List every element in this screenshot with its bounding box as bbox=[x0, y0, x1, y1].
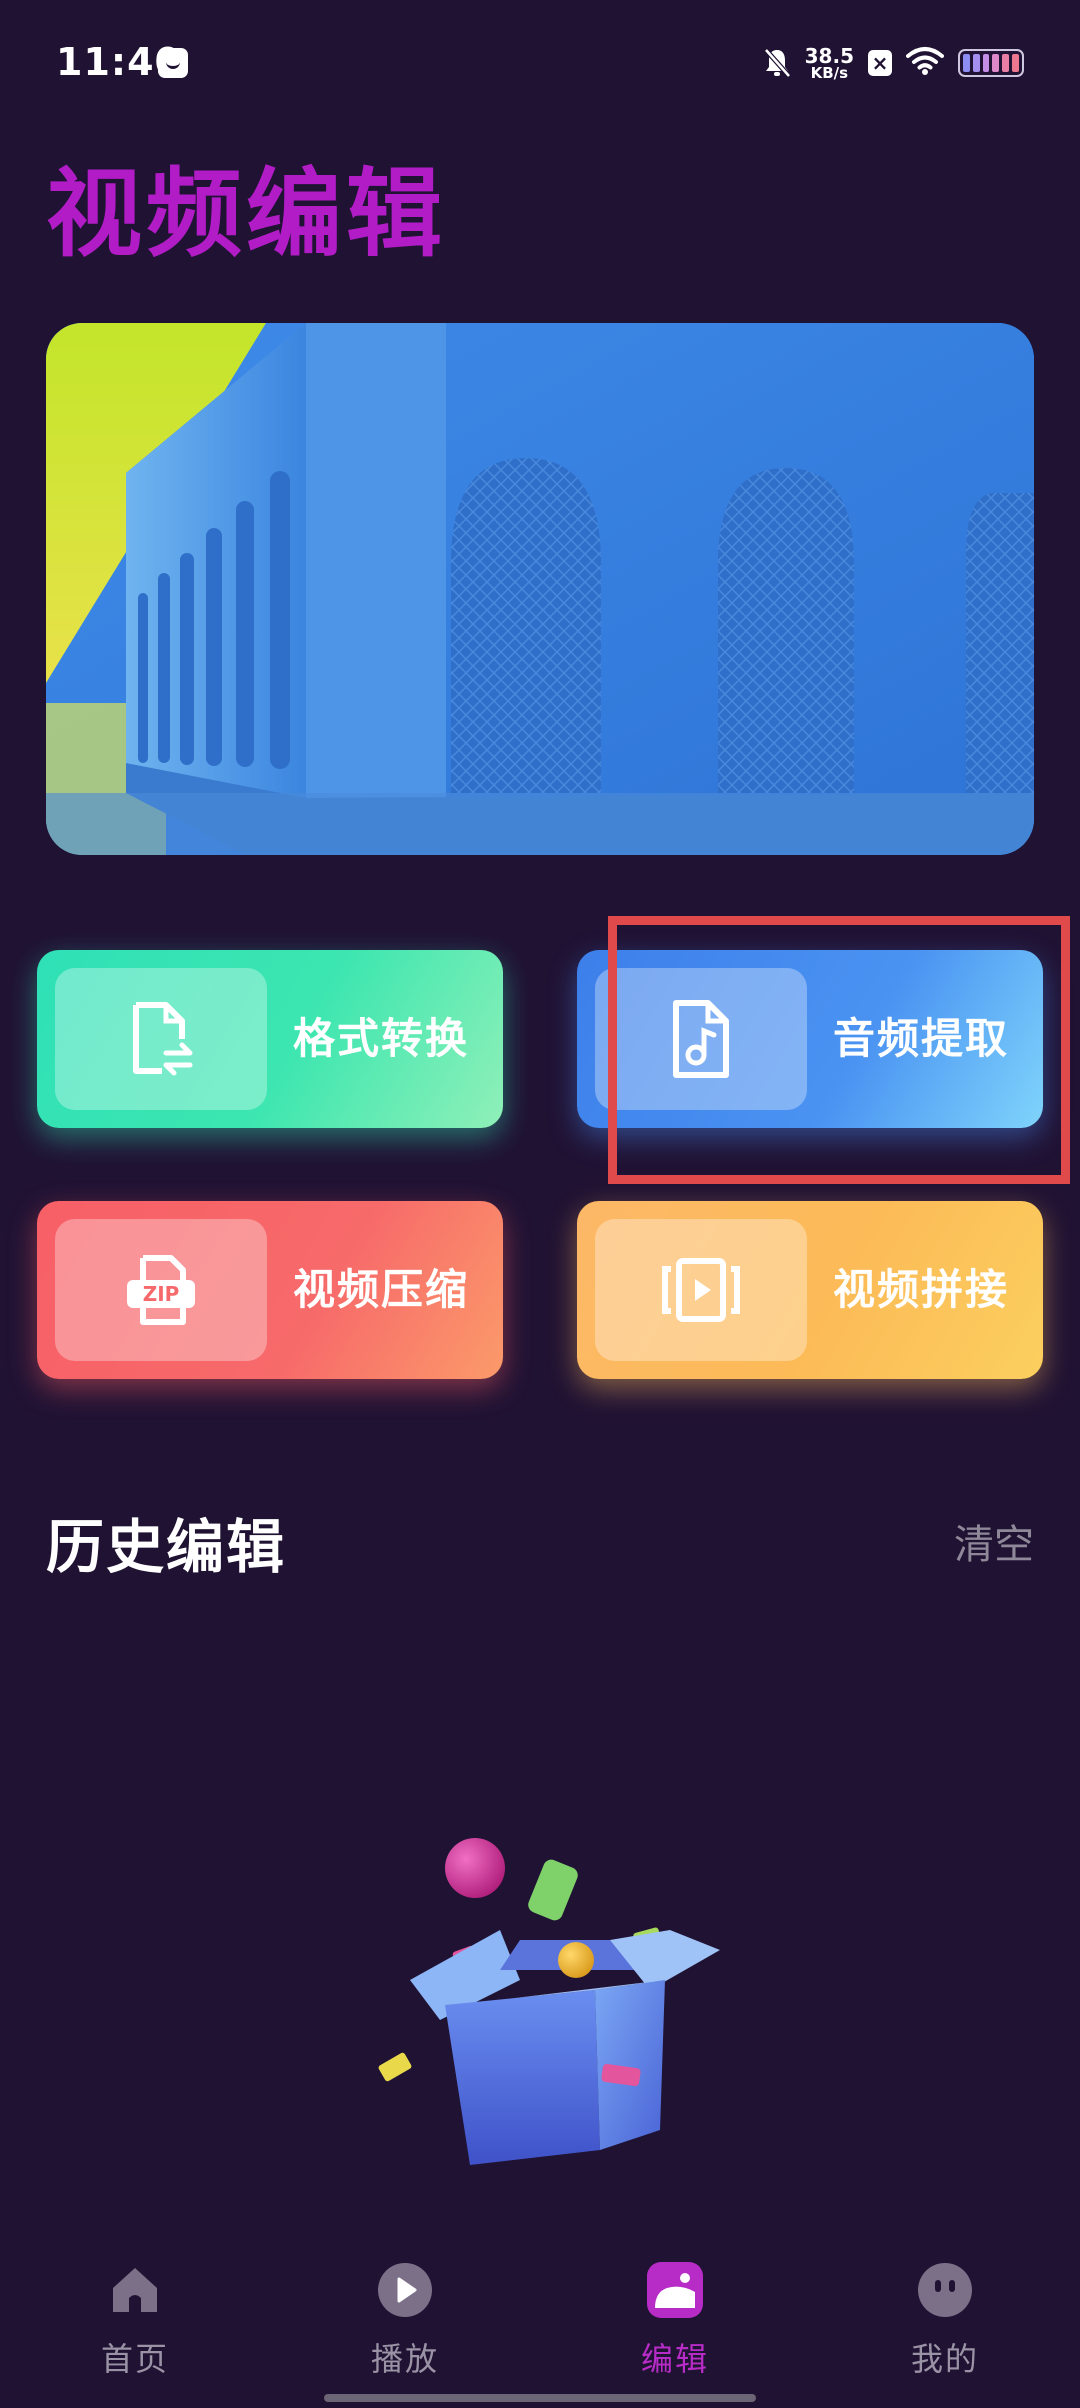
page-title: 视频编辑 bbox=[46, 158, 446, 270]
format-convert-label: 格式转换 bbox=[293, 1014, 470, 1063]
nav-label-edit: 编辑 bbox=[640, 2340, 709, 2378]
video-frame-icon bbox=[662, 1258, 740, 1322]
nav-label-play: 播放 bbox=[370, 2340, 439, 2378]
video-compress-label: 视频压缩 bbox=[293, 1265, 470, 1314]
home-icon bbox=[113, 2268, 157, 2312]
play-icon bbox=[378, 2263, 432, 2317]
bottom-nav: 首页 播放 编辑 我的 bbox=[0, 2240, 1080, 2408]
bell-muted-icon bbox=[763, 47, 791, 79]
nav-item-edit[interactable]: 编辑 bbox=[575, 2240, 775, 2390]
profile-icon bbox=[918, 2263, 972, 2317]
svg-text:ZIP: ZIP bbox=[143, 1282, 180, 1306]
format-convert-button[interactable]: 格式转换 bbox=[37, 950, 503, 1128]
highlight-box bbox=[608, 916, 1070, 1184]
clear-history-button[interactable]: 清空 bbox=[954, 1512, 1034, 1570]
video-compress-button[interactable]: ZIP 视频压缩 bbox=[37, 1201, 503, 1379]
banner-image[interactable] bbox=[46, 323, 1034, 855]
message-icon bbox=[158, 48, 188, 78]
empty-box-illustration bbox=[350, 1820, 730, 2180]
net-speed: 38.5 KB/s bbox=[805, 46, 854, 81]
video-merge-button[interactable]: 视频拼接 bbox=[577, 1201, 1043, 1379]
format-convert-tile bbox=[55, 968, 267, 1110]
battery-icon bbox=[958, 49, 1024, 77]
video-merge-label: 视频拼接 bbox=[833, 1265, 1010, 1314]
nav-item-home[interactable]: 首页 bbox=[35, 2240, 235, 2390]
net-speed-value: 38.5 bbox=[804, 43, 854, 68]
x-badge-icon: × bbox=[868, 50, 892, 76]
wifi-icon bbox=[906, 46, 944, 80]
nav-label-home: 首页 bbox=[100, 2340, 169, 2378]
net-speed-unit: KB/s bbox=[810, 63, 849, 82]
video-compress-tile: ZIP bbox=[55, 1219, 267, 1361]
status-icons: 38.5 KB/s × bbox=[763, 38, 1024, 88]
history-title: 历史编辑 bbox=[46, 1513, 287, 1581]
banner-illustration bbox=[46, 323, 1034, 855]
video-merge-tile bbox=[595, 1219, 807, 1361]
zip-icon: ZIP bbox=[127, 1255, 195, 1325]
nav-item-play[interactable]: 播放 bbox=[305, 2240, 505, 2390]
status-bar: 11:40 38.5 KB/s × bbox=[0, 0, 1080, 126]
nav-label-profile: 我的 bbox=[910, 2340, 979, 2378]
edit-icon bbox=[647, 2262, 703, 2318]
home-indicator[interactable] bbox=[324, 2394, 756, 2402]
nav-item-profile[interactable]: 我的 bbox=[845, 2240, 1045, 2390]
file-convert-icon bbox=[133, 1002, 193, 1076]
